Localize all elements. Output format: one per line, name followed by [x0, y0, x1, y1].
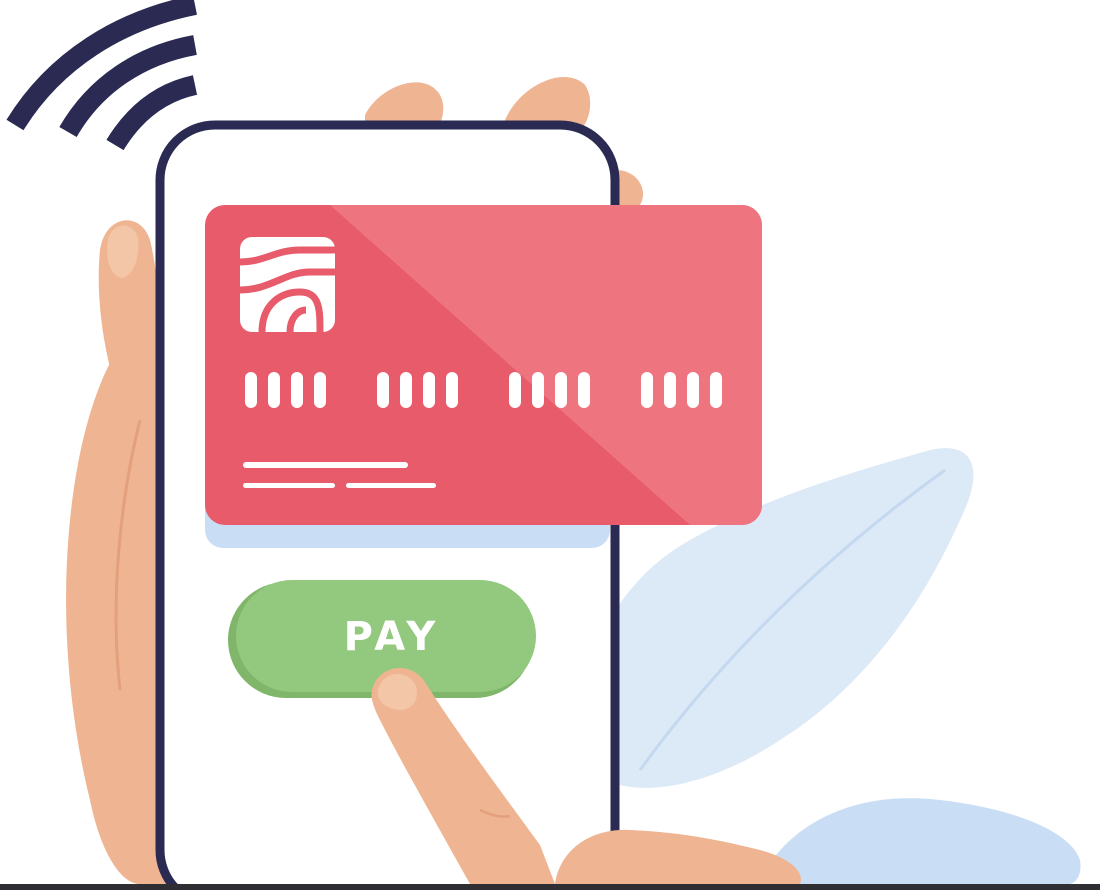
card-number-digit [245, 372, 257, 408]
finger-side [618, 170, 644, 205]
card-number-digit [314, 372, 326, 408]
card-number-digit [400, 372, 412, 408]
card-number-digit [710, 372, 722, 408]
window-bottom-edge [0, 884, 1100, 890]
card-number-digit [664, 372, 676, 408]
card-number-digit [509, 372, 521, 408]
leaf-small [760, 798, 1081, 884]
card-name-line [243, 462, 408, 468]
card-number-digit [423, 372, 435, 408]
contactless-wave-icon [6, 0, 198, 151]
payment-illustration: PAY [6, 0, 1081, 890]
card-detail-line-1 [243, 483, 335, 488]
pay-button-label: PAY [344, 614, 441, 660]
card-number-digit [641, 372, 653, 408]
card-number-digit [578, 372, 590, 408]
card-detail-line-2 [346, 483, 436, 488]
card-chip-icon [239, 237, 335, 333]
hand-back [555, 829, 801, 884]
card-number-digit [532, 372, 544, 408]
card-number-digit [446, 372, 458, 408]
card-number-digit [268, 372, 280, 408]
card-number-digit [377, 372, 389, 408]
card-number-digit [291, 372, 303, 408]
credit-card [205, 205, 762, 525]
card-number-digit [687, 372, 699, 408]
card-number-digit [555, 372, 567, 408]
